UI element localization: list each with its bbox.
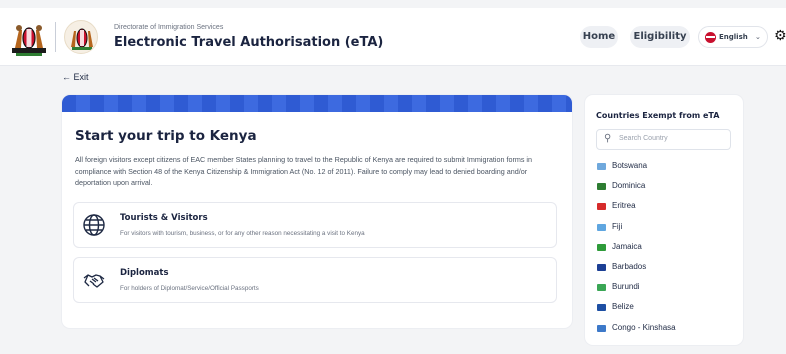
gear-icon[interactable]: ⚙ [774,28,786,44]
list-item: Burundi [597,280,737,300]
list-item: Belize [597,300,737,320]
chevron-down-icon: ⌄ [755,33,761,41]
exempt-countries-panel: Countries Exempt from eTA ⚲ Search Count… [585,95,743,345]
kenya-coat-of-arms-icon[interactable] [10,18,48,58]
exit-link[interactable]: ← Exit [62,72,89,82]
language-selector[interactable]: English ⌄ [698,26,768,48]
country-name: Barbados [612,261,647,271]
list-item: Botswana [597,159,737,179]
language-label: English [719,33,748,41]
flag-icon [597,163,606,170]
flag-icon [597,263,606,271]
header-subtitle: Directorate of Immigration Services [114,24,224,31]
flag-icon [597,284,606,292]
country-name: Congo - Kinshasa [612,322,676,332]
option-description: For holders of Diplomat/Service/Official… [120,285,259,292]
country-name: Dominica [612,181,646,191]
back-arrow-icon: ← [62,72,71,82]
option-tourists-visitors[interactable]: Tourists & Visitors For visitors with to… [73,202,557,248]
option-title: Diplomats [120,268,169,278]
country-name: Fiji [612,221,623,231]
country-name: Botswana [612,161,648,170]
country-name: Burundi [612,282,640,292]
country-name: Eritrea [612,201,636,211]
flag-icon [597,203,606,211]
option-description: For visitors with tourism, business, or … [120,230,365,237]
nav-home-button[interactable]: Home [580,26,618,48]
country-search-input[interactable]: ⚲ Search Country [596,129,731,150]
exit-label: Exit [73,72,89,82]
flag-icon [597,324,606,332]
header-divider [55,22,56,52]
country-name: Belize [612,302,634,312]
country-name: Jamaica [612,241,642,251]
start-trip-card: Start your trip to Kenya All foreign vis… [62,95,572,328]
list-item: Dominica [597,179,737,199]
flag-icon [597,223,606,231]
search-icon: ⚲ [604,133,612,144]
panel-title: Countries Exempt from eTA [596,111,720,120]
nav-eligibility-button[interactable]: Eligibility [630,26,690,48]
immigration-seal-icon [64,20,98,54]
option-diplomats[interactable]: Diplomats For holders of Diplomat/Servic… [73,257,557,303]
option-title: Tourists & Visitors [120,213,208,223]
card-title: Start your trip to Kenya [75,128,257,144]
handshake-icon [82,268,106,292]
list-item: Fiji [597,220,737,240]
globe-icon [705,32,716,43]
flag-icon [597,243,606,251]
search-placeholder: Search Country [619,135,668,142]
flag-icon [597,183,606,191]
flag-icon [597,304,606,312]
list-item: Congo - Kinshasa [597,321,737,341]
country-list: Botswana Dominica Eritrea Fiji Jamaica B… [597,159,737,341]
list-item: Eritrea [597,199,737,219]
globe-icon [82,213,106,237]
card-description: All foreign visitors except citizens of … [75,155,533,187]
top-header: Directorate of Immigration Services Elec… [0,8,786,66]
list-item: Jamaica [597,240,737,260]
list-item: Barbados [597,260,737,280]
card-banner [62,95,572,112]
page-title: Electronic Travel Authorisation (eTA) [114,35,384,50]
